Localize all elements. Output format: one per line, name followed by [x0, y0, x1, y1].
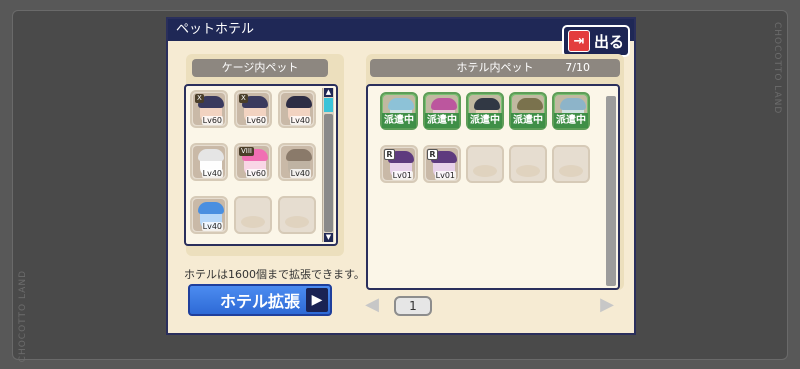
pet-rank-badge: X [195, 94, 204, 103]
expand-hotel-button[interactable]: ホテル拡張 ▶ [188, 284, 332, 316]
pet-level: Lv60 [245, 116, 267, 125]
scroll-down-icon[interactable]: ▼ [324, 233, 333, 242]
cage-pet-slot[interactable]: X Lv60 [190, 90, 228, 128]
hotel-count: 7/10 [565, 61, 590, 74]
pet-portrait: R Lv01 [426, 148, 458, 180]
dispatched-badge: 派遣中 [468, 113, 502, 128]
cage-pet-slot[interactable]: Lv40 [190, 196, 228, 234]
hotel-header-label: ホテル内ペット [456, 61, 534, 74]
hotel-scrollbar[interactable] [606, 96, 616, 286]
pet-portrait: X Lv60 [237, 93, 269, 125]
scroll-track-fill [324, 114, 333, 232]
pet-hair [198, 202, 224, 214]
cage-grid: ▲ ▼ X Lv60 X Lv60 Lv40 Lv40 VIII Lv60 Lv40 Lv40 [184, 84, 338, 246]
hotel-pet-slot[interactable]: 派遣中 [509, 92, 547, 130]
scroll-thumb[interactable] [324, 98, 333, 112]
pet-level: Lv01 [434, 171, 456, 180]
cage-header: ケージ内ペット [192, 59, 328, 77]
dispatched-badge: 派遣中 [554, 113, 588, 128]
chevron-left-icon[interactable]: ◀ [363, 294, 381, 316]
watermark-left: CHOCOTTO LAND [18, 270, 28, 363]
hotel-grid: 派遣中 派遣中 派遣中 派遣中 派遣中 R Lv01 R Lv01 [366, 84, 620, 290]
pet-hair [286, 96, 312, 108]
hotel-pet-slot[interactable]: R Lv01 [423, 145, 461, 183]
page-number: 1 [394, 296, 432, 316]
pet-level: Lv60 [201, 116, 223, 125]
pet-portrait: Lv40 [193, 199, 225, 231]
pet-level: Lv60 [245, 169, 267, 178]
pet-portrait: Lv40 [193, 146, 225, 178]
pet-rank-badge: VIII [239, 147, 254, 156]
pet-level: Lv40 [201, 222, 223, 231]
dispatched-badge: 派遣中 [425, 113, 459, 128]
pet-hair [560, 98, 586, 110]
dispatched-badge: 派遣中 [382, 113, 416, 128]
pet-hair [517, 98, 543, 110]
hotel-capacity-info: ホテルは1600個まで拡張できます。 [184, 268, 365, 281]
pet-hair [198, 149, 224, 161]
expand-hotel-button-label: ホテル拡張 [219, 292, 300, 311]
pet-portrait: R Lv01 [383, 148, 415, 180]
cage-scrollbar[interactable]: ▲ ▼ [322, 88, 334, 242]
exit-button[interactable]: ⇥ 出る [562, 25, 630, 57]
pet-portrait: Lv40 [281, 146, 313, 178]
cage-pet-slot[interactable]: Lv40 [190, 143, 228, 181]
hotel-pet-slot[interactable]: 派遣中 [552, 92, 590, 130]
hotel-pet-slot[interactable]: 派遣中 [380, 92, 418, 130]
play-arrow-icon: ▶ [306, 288, 328, 312]
watermark-right: CHOCOTTO LAND [772, 22, 782, 115]
pet-level: Lv40 [289, 169, 311, 178]
cage-panel: ケージ内ペット ▲ ▼ X Lv60 X Lv60 Lv40 Lv40 VIII Lv60 Lv… [184, 54, 344, 256]
hotel-pet-slot[interactable] [509, 145, 547, 183]
pet-level: Lv01 [391, 171, 413, 180]
cage-pet-slot[interactable] [234, 196, 272, 234]
cage-pet-slot[interactable]: VIII Lv60 [234, 143, 272, 181]
hotel-header: ホテル内ペット 7/10 [370, 59, 620, 77]
hotel-panel: ホテル内ペット 7/10 派遣中 派遣中 派遣中 派遣中 派遣中 R Lv01 R Lv01 [366, 54, 624, 290]
chevron-right-icon[interactable]: ▶ [598, 294, 616, 316]
pet-portrait: Lv40 [281, 93, 313, 125]
exit-door-icon: ⇥ [568, 30, 590, 52]
pet-rarity-badge: R [427, 149, 438, 160]
hotel-pet-slot[interactable]: 派遣中 [423, 92, 461, 130]
pet-portrait: X Lv60 [193, 93, 225, 125]
pet-rarity-badge: R [384, 149, 395, 160]
pet-level: Lv40 [201, 169, 223, 178]
pet-level: Lv40 [289, 116, 311, 125]
dispatched-badge: 派遣中 [511, 113, 545, 128]
pet-hair [286, 149, 312, 161]
cage-pet-slot[interactable]: Lv40 [278, 90, 316, 128]
cage-pet-slot[interactable] [278, 196, 316, 234]
cage-pet-slot[interactable]: Lv40 [278, 143, 316, 181]
pet-portrait: VIII Lv60 [237, 146, 269, 178]
pet-rank-badge: X [239, 94, 248, 103]
pet-hair [431, 98, 457, 110]
hotel-pet-slot[interactable]: 派遣中 [466, 92, 504, 130]
hotel-pet-slot[interactable] [552, 145, 590, 183]
cage-pet-slot[interactable]: X Lv60 [234, 90, 272, 128]
exit-button-label: 出る [594, 32, 625, 51]
hotel-pet-slot[interactable] [466, 145, 504, 183]
pet-hair [388, 98, 414, 110]
scroll-up-icon[interactable]: ▲ [324, 88, 333, 97]
pet-hair [474, 98, 500, 110]
hotel-pet-slot[interactable]: R Lv01 [380, 145, 418, 183]
pet-hotel-dialog: ペットホテル ⇥ 出る ケージ内ペット ▲ ▼ X Lv60 X Lv60 Lv40 Lv… [166, 17, 636, 335]
